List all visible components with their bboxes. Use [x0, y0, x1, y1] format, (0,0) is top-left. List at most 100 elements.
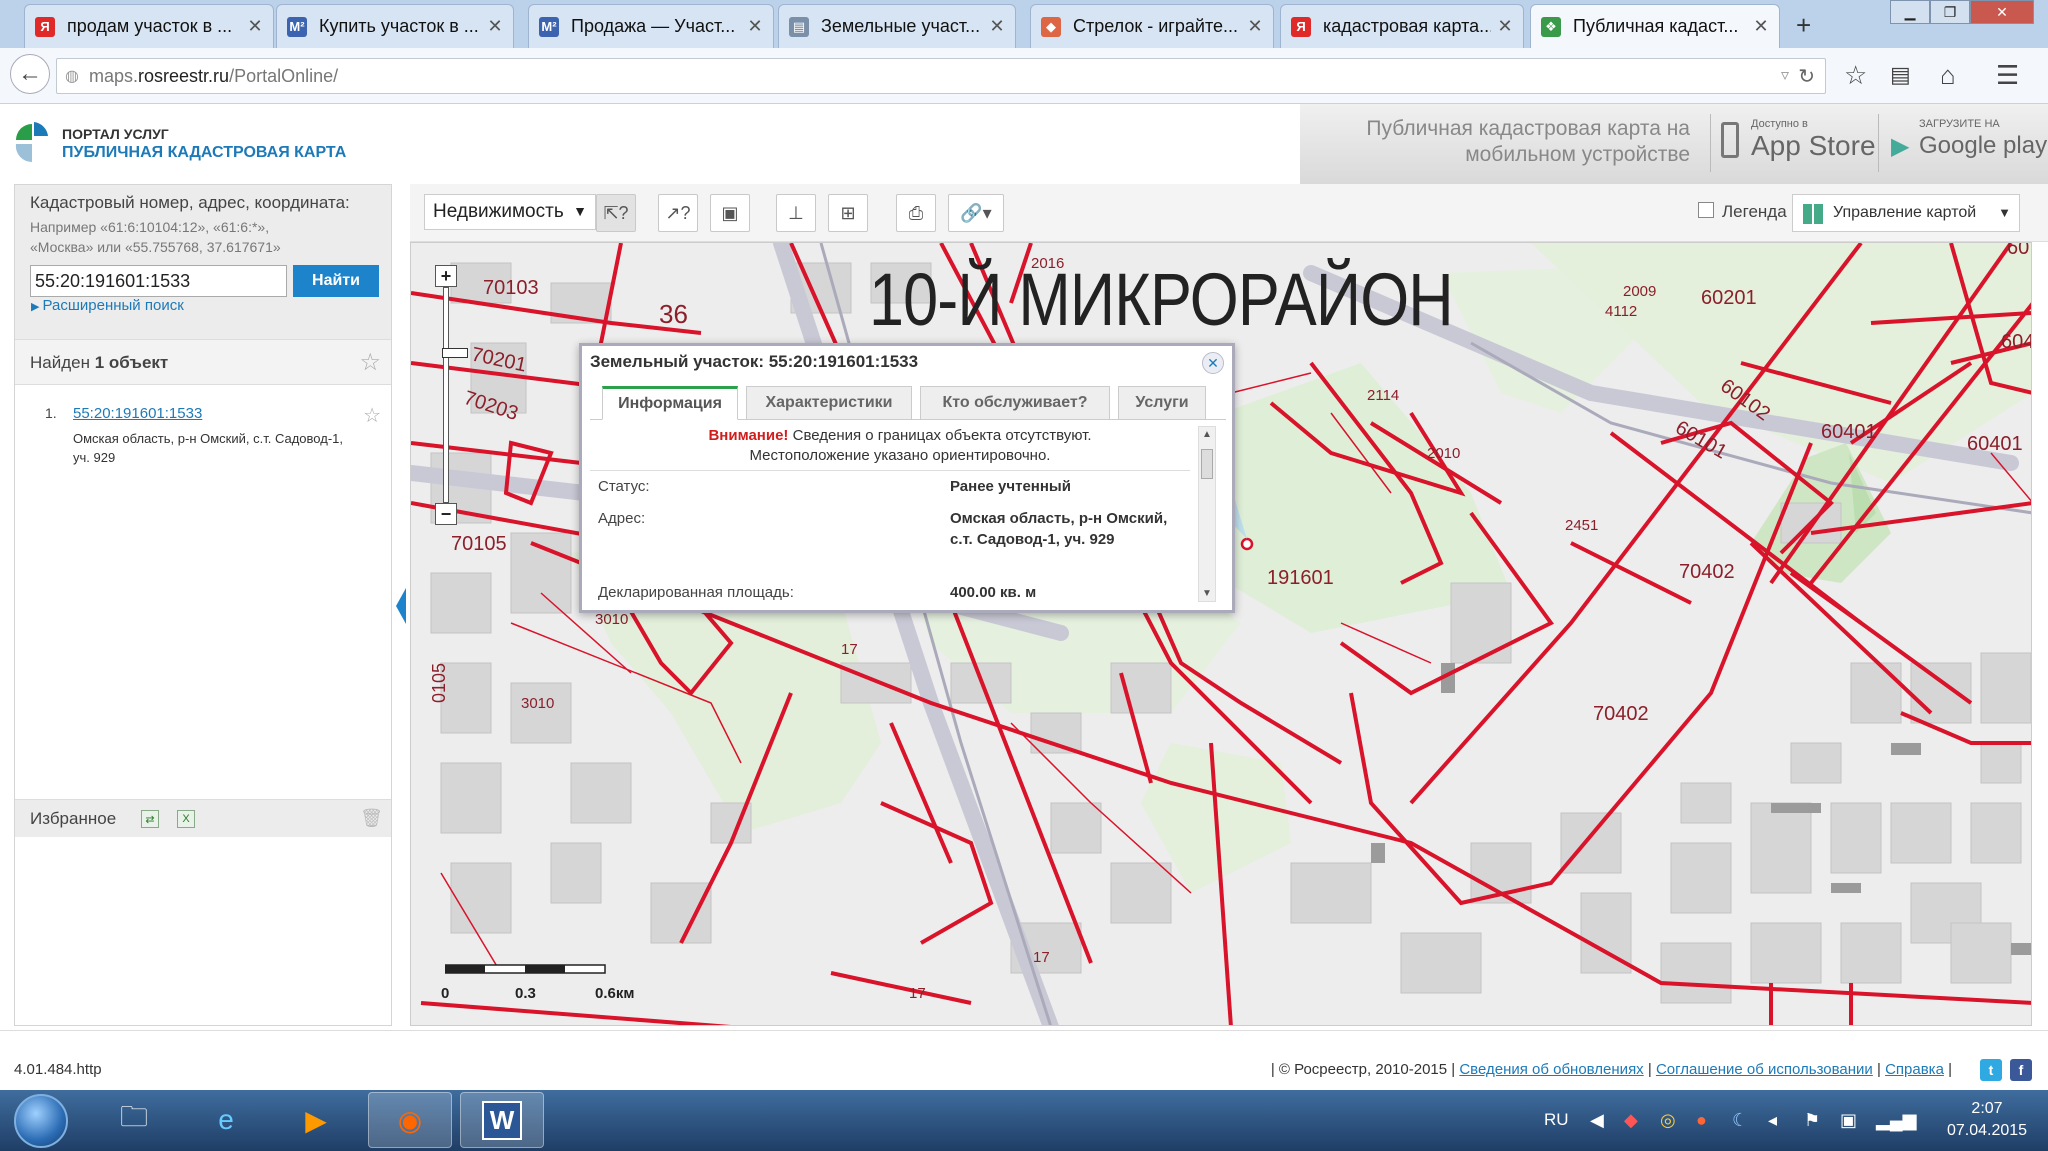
search-input[interactable] — [30, 265, 287, 297]
property-type-select[interactable]: Недвижимость ▼ — [424, 194, 596, 230]
map-control-dropdown[interactable]: Управление картой ▼ — [1792, 194, 2020, 232]
portal-logo[interactable] — [14, 118, 50, 164]
parcel-label: 17 — [909, 985, 926, 1002]
address-bar[interactable]: ◍ maps.rosreestr.ru/PortalOnline/ ▿ ↻ — [56, 58, 1826, 94]
zoom-in-button[interactable]: + — [435, 265, 457, 287]
search-button[interactable]: Найти — [293, 265, 379, 297]
close-icon[interactable]: ✕ — [247, 16, 263, 37]
link-button[interactable]: 🔗▾ — [948, 194, 1004, 232]
trash-icon[interactable]: 🗑 — [360, 808, 383, 829]
property-type-value: Недвижимость — [433, 201, 564, 222]
copyright-text: | © Росреестр, 2010-2015 | — [1270, 1061, 1456, 1078]
updates-link[interactable]: Сведения об обновлениях — [1459, 1061, 1643, 1078]
tab-characteristics[interactable]: Характеристики — [746, 386, 912, 420]
speaker-icon[interactable]: ◀ — [1590, 1110, 1604, 1131]
update-icon[interactable]: ◎ — [1660, 1110, 1676, 1131]
close-window-button[interactable]: ✕ — [1970, 0, 2034, 24]
network-device-icon[interactable]: ▣ — [1840, 1110, 1857, 1131]
legend-label[interactable]: Легенда — [1722, 202, 1787, 222]
system-clock[interactable]: 2:07 07.04.2015 — [1932, 1098, 2042, 1142]
zoom-control: + − — [435, 265, 468, 525]
close-icon[interactable]: ✕ — [487, 16, 503, 37]
bookmark-star-icon[interactable]: ☆ — [1844, 60, 1867, 91]
start-button[interactable] — [14, 1094, 68, 1148]
browser-tab[interactable]: ▤ Земельные участ... ✕ — [778, 4, 1016, 48]
reload-icon[interactable]: ↻ — [1798, 64, 1815, 89]
flag-icon[interactable]: ⚑ — [1804, 1110, 1820, 1131]
print-button[interactable]: ⎙ — [896, 194, 936, 232]
parcel-label: 2009 — [1623, 283, 1657, 300]
mobile-promo-text: Публичная кадастровая карта на мобильном… — [1366, 117, 1690, 166]
tab-who-serves[interactable]: Кто обслуживает? — [920, 386, 1110, 420]
star-icon[interactable]: ☆ — [363, 403, 381, 428]
volume-icon[interactable]: ◂ — [1768, 1110, 1777, 1131]
minimize-button[interactable]: ▁ — [1890, 0, 1930, 24]
browser-tab[interactable]: ◆ Стрелок - играйте... ✕ — [1030, 4, 1274, 48]
advanced-search-link[interactable]: ▶ Расширенный поиск — [31, 297, 184, 314]
portal-name[interactable]: ПУБЛИЧНАЯ КАДАСТРОВАЯ КАРТА — [62, 144, 346, 162]
moon-icon[interactable]: ☾ — [1732, 1110, 1748, 1131]
language-indicator[interactable]: RU — [1544, 1110, 1569, 1130]
parcel-label: 0105 — [429, 662, 449, 703]
collapse-sidebar-handle[interactable] — [396, 588, 406, 624]
close-icon[interactable]: ✕ — [1497, 16, 1513, 37]
maximize-button[interactable]: ❐ — [1930, 0, 1970, 24]
map-canvas[interactable]: 10-Й МИКРОРАЙОН 70103 70201 70203 70105 … — [410, 242, 2032, 1026]
explorer-icon[interactable]: 🗀 — [92, 1092, 176, 1148]
measure-tool-button[interactable]: ⊥ — [776, 194, 816, 232]
twitter-icon[interactable]: t — [1980, 1059, 2002, 1081]
close-icon[interactable]: ✕ — [1753, 16, 1769, 37]
new-tab-button[interactable]: + — [1796, 10, 1811, 41]
zoom-out-button[interactable]: − — [435, 503, 457, 525]
tab-information[interactable]: Информация — [602, 386, 738, 420]
scrollbar-thumb[interactable] — [1201, 449, 1213, 479]
close-icon[interactable]: ✕ — [1202, 352, 1224, 374]
appstore-button[interactable]: Доступно в App Store — [1710, 114, 1878, 172]
select-tool-button[interactable]: ⇱? — [596, 194, 636, 232]
info-tool-button[interactable]: ▣ — [710, 194, 750, 232]
legend-checkbox[interactable] — [1698, 202, 1714, 218]
firefox-icon[interactable]: ◉ — [368, 1092, 452, 1148]
zoom-slider-handle[interactable] — [442, 348, 468, 358]
dropdown-arrow-icon[interactable]: ▿ — [1781, 65, 1789, 85]
excel-icon[interactable]: X — [177, 810, 195, 828]
export-icon[interactable]: ⇄ — [141, 810, 159, 828]
help-link[interactable]: Справка — [1885, 1061, 1944, 1078]
popup-scrollbar[interactable]: ▲ ▼ — [1198, 426, 1216, 602]
home-icon[interactable]: ⌂ — [1940, 60, 1956, 91]
parcel-label: 2451 — [1565, 517, 1599, 534]
warning-label: Внимание! — [708, 427, 789, 444]
close-icon[interactable]: ✕ — [989, 16, 1005, 37]
back-button[interactable]: ← — [10, 54, 50, 94]
scroll-up-icon[interactable]: ▲ — [1202, 429, 1212, 440]
result-link[interactable]: 55:20:191601:1533 — [73, 405, 202, 422]
search-hint-line: «Москва» или «55.755768, 37.617671» — [30, 239, 281, 255]
browser-tab[interactable]: Я продам участок в ... ✕ — [24, 4, 274, 48]
area-tool-button[interactable]: ⊞ — [828, 194, 868, 232]
zoom-slider-track[interactable] — [442, 287, 468, 503]
tab-services[interactable]: Услуги — [1118, 386, 1206, 420]
identify-tool-button[interactable]: ↗? — [658, 194, 698, 232]
close-icon[interactable]: ✕ — [747, 16, 763, 37]
browser-tab-active[interactable]: ❖ Публичная кадаст... ✕ — [1530, 4, 1780, 48]
internet-explorer-icon[interactable]: e — [184, 1092, 268, 1148]
browser-tab[interactable]: Я кадастровая карта... ✕ — [1280, 4, 1524, 48]
scroll-down-icon[interactable]: ▼ — [1202, 588, 1212, 599]
terms-link[interactable]: Соглашение об использовании — [1656, 1061, 1873, 1078]
site-icon: ▤ — [789, 16, 809, 37]
signal-icon[interactable]: ▂▄▆ — [1876, 1110, 1916, 1131]
googleplay-button[interactable]: ▶ ЗАГРУЗИТЕ НА Google play — [1878, 114, 2048, 172]
close-icon[interactable]: ✕ — [1247, 16, 1263, 37]
media-player-icon[interactable]: ▶ — [274, 1092, 358, 1148]
field-value: Омская область, р-н Омский, с.т. Садовод… — [950, 510, 1168, 548]
antivirus-icon[interactable]: ◆ — [1624, 1110, 1638, 1131]
reading-list-icon[interactable]: ▤ — [1890, 62, 1911, 88]
facebook-icon[interactable]: f — [2010, 1059, 2032, 1081]
browser-tab[interactable]: М² Купить участок в ... ✕ — [276, 4, 514, 48]
browser-tab[interactable]: М² Продажа — Участ... ✕ — [528, 4, 774, 48]
parcel-label: 604 — [2001, 331, 2032, 353]
word-icon[interactable]: W — [460, 1092, 544, 1148]
recorder-icon[interactable]: ● — [1696, 1110, 1707, 1131]
star-icon[interactable]: ☆ — [359, 348, 381, 377]
menu-icon[interactable]: ☰ — [1996, 60, 2019, 91]
